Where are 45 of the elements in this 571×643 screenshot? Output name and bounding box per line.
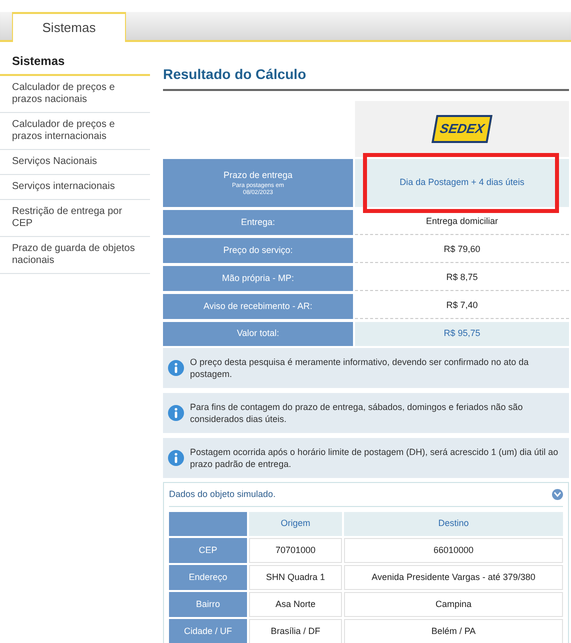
row-value: R$ 8,75 <box>355 266 569 291</box>
row-label: Aviso de recebimento - AR: <box>163 294 353 319</box>
row-value: Entrega domiciliar <box>355 210 569 235</box>
sidebar-link[interactable]: Prazo de guarda de objetos nacionais <box>0 237 150 274</box>
tab[interactable]: Sistemas <box>12 12 126 42</box>
deadline-label: Prazo de entrega <box>223 169 293 182</box>
sidebar-title: Sistemas <box>0 52 150 76</box>
row-header: Endereço <box>169 565 247 590</box>
table-cell: Avenida Presidente Vargas - até 379/380 <box>344 565 563 590</box>
note-text: O preço desta pesquisa é meramente informativo, devendo ser confirmado no ato da postagem. <box>190 356 530 380</box>
row-header: Cidade / UF <box>169 619 247 643</box>
sidebar-link[interactable]: Restrição de entrega por CEP <box>0 200 150 237</box>
column-header: Destino <box>344 512 563 536</box>
table-cell: SHN Quadra 1 <box>249 565 342 590</box>
row-label: Preço do serviço: <box>163 238 353 263</box>
column-header: Origem <box>249 512 342 536</box>
table-cell: 66010000 <box>344 538 563 563</box>
info-icon <box>168 360 184 376</box>
row-value: R$ 79,60 <box>355 238 569 263</box>
row-header: Bairro <box>169 592 247 617</box>
table-cell: Brasília / DF <box>249 619 342 643</box>
table-cell: Campina <box>344 592 563 617</box>
sidebar-link[interactable]: Calculador de preços e prazos nacionais <box>0 76 150 113</box>
row-value: R$ 95,75 <box>355 322 569 346</box>
sedex-logo: SEDEX <box>431 115 492 143</box>
table-cell: Asa Norte <box>249 592 342 617</box>
table-cell: Belém / PA <box>344 619 563 643</box>
table-cell: 70701000 <box>249 538 342 563</box>
row-label: Mão própria - MP: <box>163 266 353 291</box>
sidebar-link[interactable]: Serviços Nacionais <box>0 150 150 175</box>
note-text: Para fins de contagem do prazo de entrega, sábados, domingos e feriados não são considerados dias úteis. <box>190 401 524 425</box>
panel-title: Dados do objeto simulado. <box>169 488 276 501</box>
collapse-toggle[interactable] <box>552 489 563 500</box>
sidebar-link[interactable]: Calculador de preços e prazos internacionais <box>0 113 150 150</box>
deadline-value: Dia da Postagem + 4 dias úteis <box>400 176 524 190</box>
info-icon <box>168 450 184 466</box>
page-heading: Resultado do Cálculo <box>163 64 569 91</box>
info-icon <box>168 405 184 421</box>
chevron-icon <box>554 492 561 497</box>
row-label: Entrega: <box>163 210 353 235</box>
row-header: CEP <box>169 538 247 563</box>
note-text: Postagem ocorrida após o horário limite de postagem (DH), será acrescido 1 (um) dia útil ao prazo padrão de entrega. <box>190 446 560 470</box>
row-value: R$ 7,40 <box>355 294 569 319</box>
row-label: Valor total: <box>163 322 353 346</box>
sidebar-link[interactable]: Serviços internacionais <box>0 175 150 200</box>
